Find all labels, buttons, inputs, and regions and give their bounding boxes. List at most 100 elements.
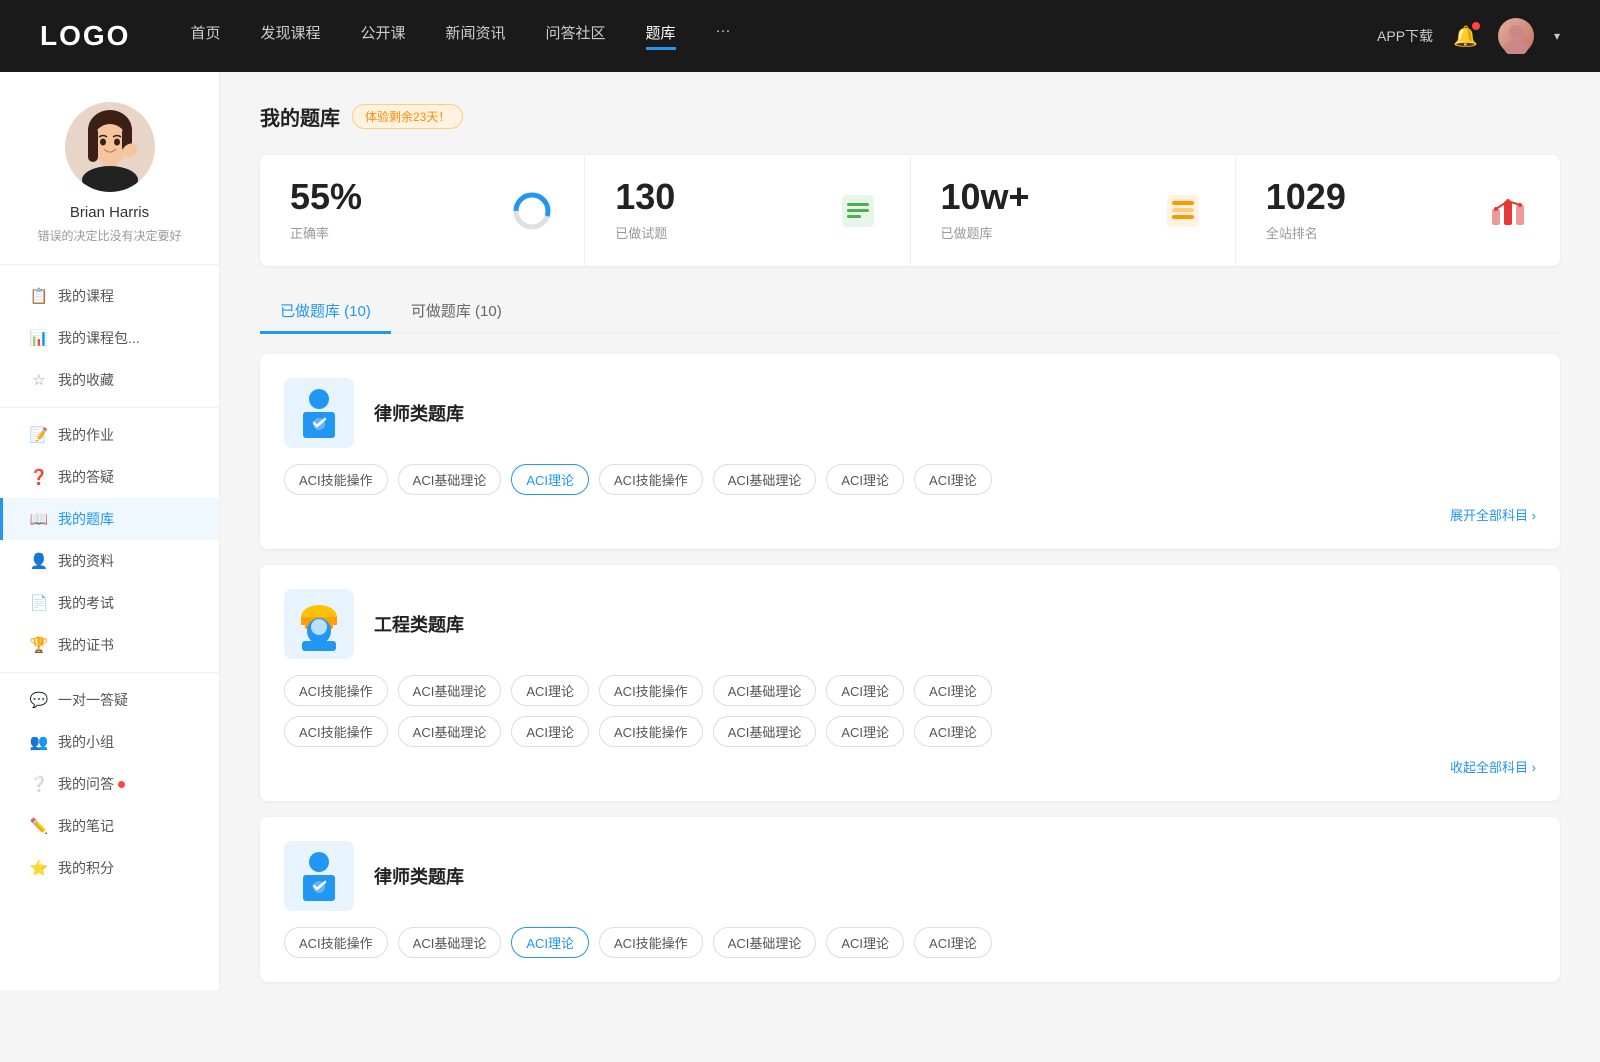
page-header: 我的题库 体验剩余23天！ (260, 102, 1560, 131)
bank-tags-lawyer-2: ACI技能操作 ACI基础理论 ACI理论 ACI技能操作 ACI基础理论 AC… (284, 927, 1536, 958)
qa-red-dot (118, 781, 125, 788)
tutoring-icon: 💬 (30, 691, 48, 709)
sidebar-item-points[interactable]: ⭐ 我的积分 (0, 847, 219, 889)
collapse-button-engineer[interactable]: 收起全部科目 › (1450, 760, 1536, 775)
stat-card-site-rank: 1029 全站排名 (1236, 155, 1560, 266)
sidebar-item-profile[interactable]: 👤 我的资料 (0, 540, 219, 582)
stat-icon-correct-rate (510, 189, 554, 233)
nav-link-news[interactable]: 新闻资讯 (446, 22, 506, 50)
sidebar-item-label: 我的证书 (58, 635, 114, 655)
bank-card-lawyer-1: 律师类题库 ACI技能操作 ACI基础理论 ACI理论 ACI技能操作 ACI基… (260, 354, 1560, 549)
bank-tag[interactable]: ACI理论 (914, 464, 992, 495)
bank-tag-active[interactable]: ACI理论 (511, 464, 589, 495)
bank-tag[interactable]: ACI基础理论 (713, 927, 817, 958)
stat-icon-done-banks (1161, 189, 1205, 233)
divider-2 (0, 672, 219, 673)
stat-info-correct-rate: 55% 正确率 (290, 179, 494, 242)
profile-name: Brian Harris (70, 204, 149, 221)
sidebar-item-favorites[interactable]: ☆ 我的收藏 (0, 359, 219, 401)
nav-link-discover[interactable]: 发现课程 (260, 22, 320, 50)
sidebar-item-label: 我的作业 (58, 425, 114, 445)
sidebar-item-questions[interactable]: ❓ 我的答疑 (0, 456, 219, 498)
bank-tag[interactable]: ACI理论 (826, 927, 904, 958)
stat-label-done-banks: 已做题库 (941, 223, 1145, 242)
app-download-button[interactable]: APP下载 (1377, 26, 1433, 46)
bank-tag[interactable]: ACI理论 (914, 927, 992, 958)
nav-link-open[interactable]: 公开课 (360, 22, 405, 50)
qbank-icon: 📖 (30, 510, 48, 528)
sidebar-item-exam[interactable]: 📄 我的考试 (0, 582, 219, 624)
stat-icon-done-questions (836, 189, 880, 233)
sidebar-item-tutoring[interactable]: 💬 一对一答疑 (0, 679, 219, 721)
bank-footer-lawyer-1: 展开全部科目 › (284, 505, 1536, 525)
bank-tag-active[interactable]: ACI理论 (511, 927, 589, 958)
bank-tag[interactable]: ACI技能操作 (599, 927, 703, 958)
nav-links: 首页 发现课程 公开课 新闻资讯 问答社区 题库 ··· (190, 22, 1377, 50)
stat-info-done-questions: 130 已做试题 (615, 179, 819, 242)
bank-card-engineer: 工程类题库 ACI技能操作 ACI基础理论 ACI理论 ACI技能操作 ACI基… (260, 565, 1560, 801)
bank-tag[interactable]: ACI理论 (826, 464, 904, 495)
questions-icon: ❓ (30, 468, 48, 486)
bank-icon-lawyer-1 (284, 378, 354, 448)
bank-tag[interactable]: ACI理论 (914, 716, 992, 747)
notification-bell[interactable]: 🔔 (1453, 24, 1478, 49)
stat-card-done-banks: 10w+ 已做题库 (911, 155, 1236, 266)
sidebar-item-coursepack[interactable]: 📊 我的课程包... (0, 317, 219, 359)
stat-card-done-questions: 130 已做试题 (585, 155, 910, 266)
sidebar-item-homework[interactable]: 📝 我的作业 (0, 414, 219, 456)
bank-tag[interactable]: ACI技能操作 (284, 927, 388, 958)
profile-icon: 👤 (30, 552, 48, 570)
bank-tag[interactable]: ACI基础理论 (398, 716, 502, 747)
trial-badge: 体验剩余23天！ (352, 104, 463, 129)
bank-tag[interactable]: ACI基础理论 (713, 464, 817, 495)
bank-tag[interactable]: ACI技能操作 (599, 675, 703, 706)
nav-link-qa[interactable]: 问答社区 (546, 22, 606, 50)
tab-available-banks[interactable]: 可做题库 (10) (391, 290, 522, 334)
notification-dot (1472, 22, 1480, 30)
nav-avatar[interactable] (1498, 18, 1534, 54)
bank-tag[interactable]: ACI基础理论 (398, 675, 502, 706)
divider-1 (0, 407, 219, 408)
profile-avatar (65, 102, 155, 192)
bank-name-lawyer-1: 律师类题库 (374, 400, 464, 426)
bank-tag[interactable]: ACI技能操作 (284, 675, 388, 706)
bank-tags-lawyer-1: ACI技能操作 ACI基础理论 ACI理论 ACI技能操作 ACI基础理论 AC… (284, 464, 1536, 495)
bank-tag[interactable]: ACI理论 (511, 716, 589, 747)
nav-dropdown-arrow[interactable]: ▾ (1554, 29, 1560, 43)
sidebar-item-certificate[interactable]: 🏆 我的证书 (0, 624, 219, 666)
sidebar-item-my-qa[interactable]: ❔ 我的问答 (0, 763, 219, 805)
sidebar-profile: Brian Harris 错误的决定比没有决定要好 (0, 102, 219, 265)
nav-link-qbank[interactable]: 题库 (646, 22, 676, 50)
sidebar-item-notes[interactable]: ✏️ 我的笔记 (0, 805, 219, 847)
bank-tag[interactable]: ACI基础理论 (713, 716, 817, 747)
stat-value-site-rank: 1029 (1266, 179, 1470, 215)
coursepack-icon: 📊 (30, 329, 48, 347)
tabs: 已做题库 (10) 可做题库 (10) (260, 290, 1560, 334)
sidebar-item-qbank[interactable]: 📖 我的题库 (0, 498, 219, 540)
bank-tag[interactable]: ACI理论 (826, 716, 904, 747)
bank-tag[interactable]: ACI技能操作 (599, 716, 703, 747)
sidebar-item-label: 我的小组 (58, 732, 114, 752)
bank-tag[interactable]: ACI技能操作 (284, 716, 388, 747)
nav-link-more[interactable]: ··· (716, 22, 731, 50)
stat-label-done-questions: 已做试题 (615, 223, 819, 242)
stat-value-correct-rate: 55% (290, 179, 494, 215)
bank-tag[interactable]: ACI基础理论 (713, 675, 817, 706)
sidebar-item-label: 我的题库 (58, 509, 114, 529)
bank-tag[interactable]: ACI理论 (914, 675, 992, 706)
nav-link-home[interactable]: 首页 (190, 22, 220, 50)
bank-tag[interactable]: ACI技能操作 (284, 464, 388, 495)
bank-tag[interactable]: ACI基础理论 (398, 927, 502, 958)
expand-button-lawyer-1[interactable]: 展开全部科目 › (1450, 508, 1536, 523)
bank-tag[interactable]: ACI理论 (511, 675, 589, 706)
bank-header-lawyer-2: 律师类题库 (284, 841, 1536, 911)
bank-tag[interactable]: ACI基础理论 (398, 464, 502, 495)
sidebar-item-group[interactable]: 👥 我的小组 (0, 721, 219, 763)
stats-row: 55% 正确率 130 已做试题 (260, 155, 1560, 266)
main-content: 我的题库 体验剩余23天！ 55% 正确率 (220, 72, 1600, 990)
sidebar-item-courses[interactable]: 📋 我的课程 (0, 275, 219, 317)
tab-done-banks[interactable]: 已做题库 (10) (260, 290, 391, 334)
bank-tag[interactable]: ACI技能操作 (599, 464, 703, 495)
bank-tag[interactable]: ACI理论 (826, 675, 904, 706)
bank-name-lawyer-2: 律师类题库 (374, 863, 464, 889)
